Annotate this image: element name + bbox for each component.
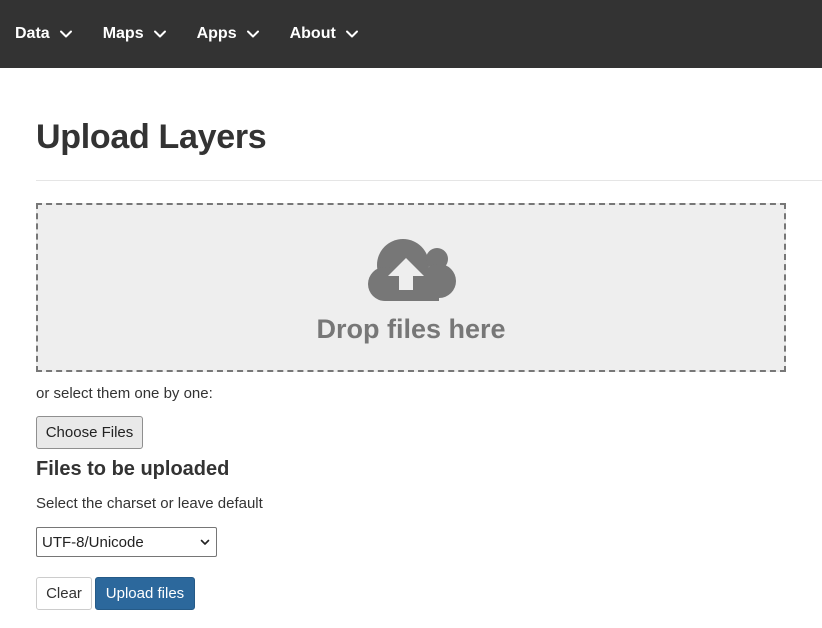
nav-menu-label: Maps	[102, 25, 144, 42]
clear-button[interactable]: Clear	[36, 577, 92, 610]
nav-menu-label: Data	[15, 25, 50, 42]
top-navbar: Data Maps Apps About	[0, 0, 822, 68]
page-title: Upload Layers	[36, 118, 267, 156]
nav-menu-maps[interactable]: Maps	[103, 25, 167, 43]
cloud-upload-icon	[365, 236, 457, 304]
charset-hint: Select the charset or leave default	[36, 495, 263, 512]
dropzone-label: Drop files here	[316, 314, 506, 344]
chevron-down-icon	[246, 27, 260, 41]
nav-menu-data[interactable]: Data	[15, 25, 73, 43]
choose-files-button[interactable]: Choose Files	[36, 416, 143, 449]
charset-selected-value: UTF-8/Unicode	[42, 533, 144, 551]
title-divider	[36, 180, 822, 181]
select-files-hint: or select them one by one:	[36, 385, 213, 402]
nav-menu-apps[interactable]: Apps	[197, 25, 260, 43]
charset-select[interactable]: UTF-8/Unicode	[36, 527, 217, 557]
nav-menu-label: About	[289, 25, 336, 42]
file-dropzone[interactable]: Drop files here	[36, 203, 786, 372]
chevron-down-icon	[153, 27, 167, 41]
files-to-upload-heading: Files to be uploaded	[36, 458, 230, 480]
nav-menu-label: Apps	[196, 25, 237, 42]
upload-files-button[interactable]: Upload files	[95, 577, 195, 610]
chevron-down-icon	[200, 537, 210, 547]
nav-menu-about[interactable]: About	[290, 25, 359, 43]
chevron-down-icon	[59, 27, 73, 41]
chevron-down-icon	[345, 27, 359, 41]
